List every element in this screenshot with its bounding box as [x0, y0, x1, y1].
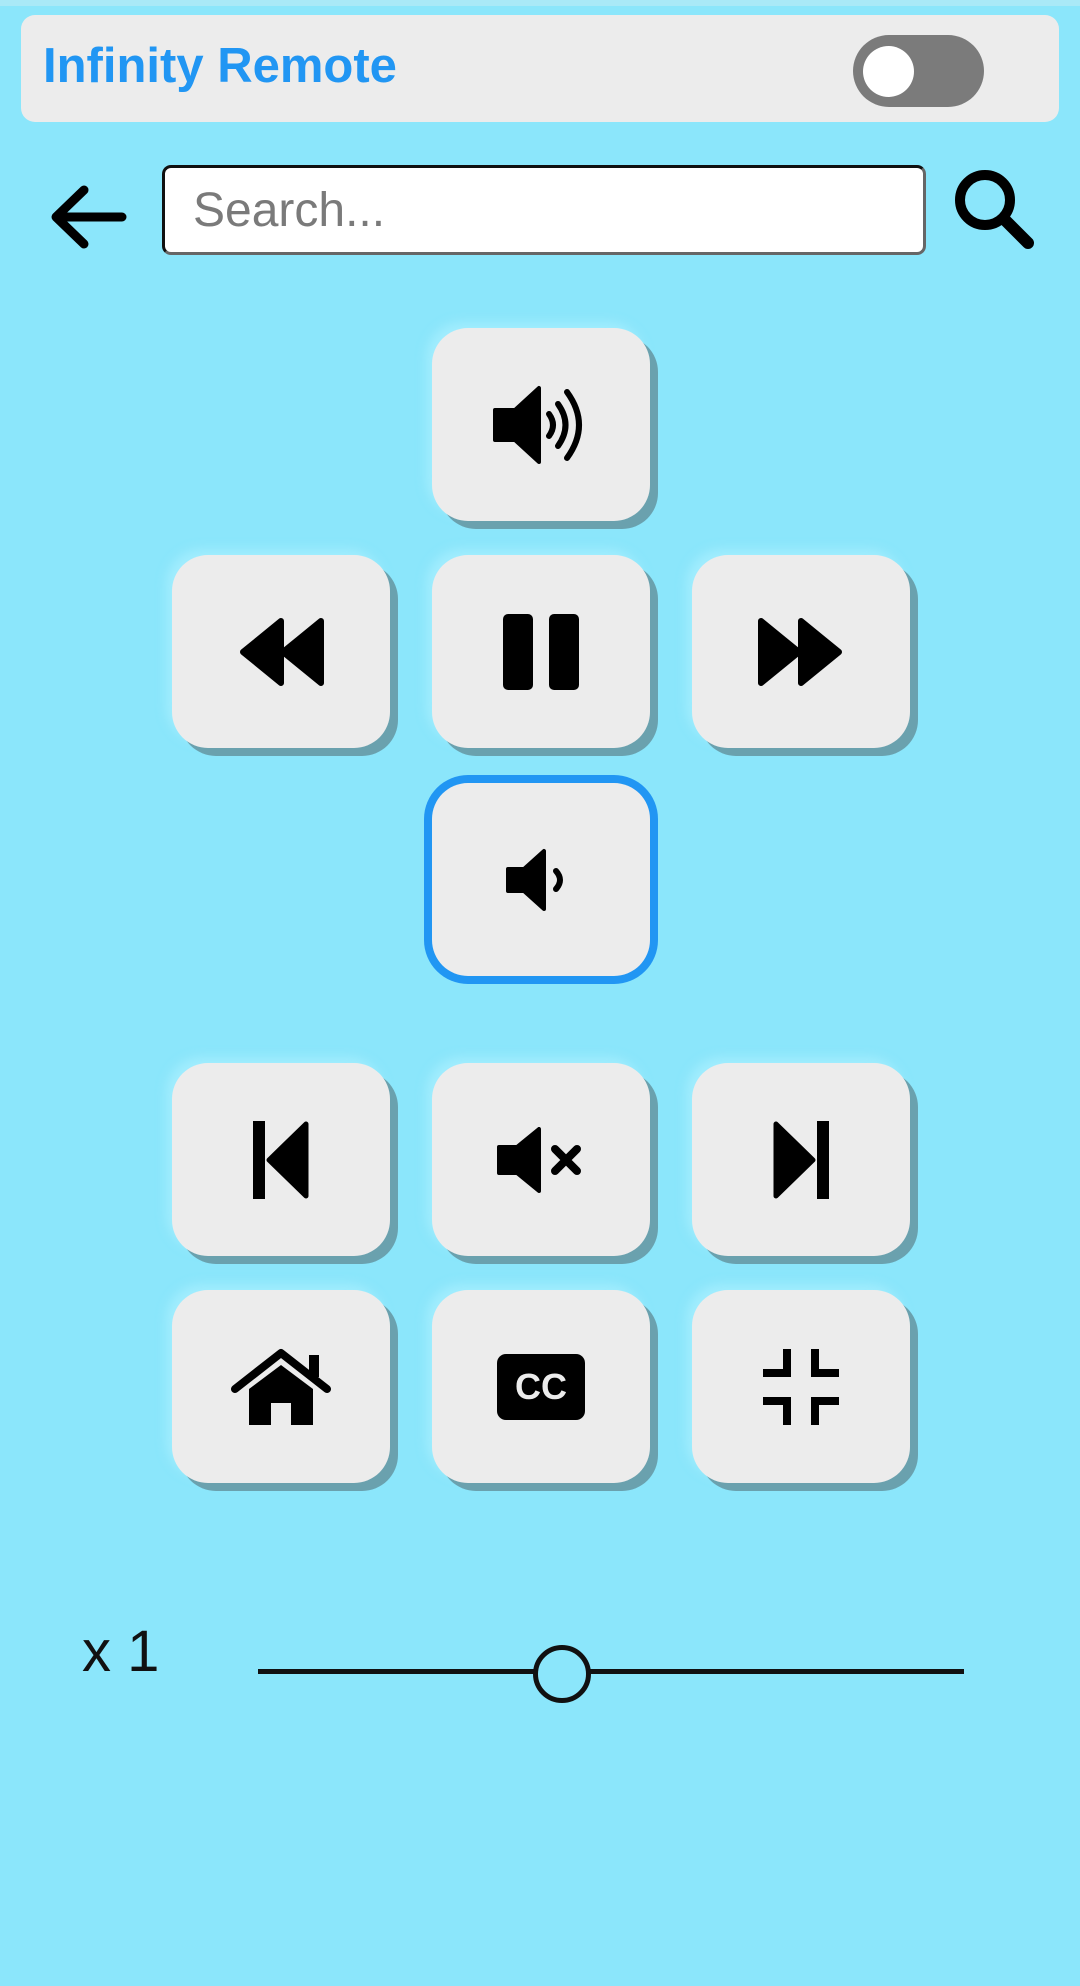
back-arrow-icon[interactable]	[42, 172, 132, 262]
toggle-knob	[863, 46, 914, 97]
pause-icon	[503, 613, 579, 690]
volume-up-button[interactable]	[432, 328, 650, 521]
skip-next-icon	[773, 1120, 829, 1199]
speed-slider[interactable]	[258, 1640, 964, 1706]
search-input[interactable]	[162, 165, 926, 255]
compress-icon	[763, 1348, 839, 1425]
volume-down-button[interactable]	[432, 783, 650, 976]
home-icon	[231, 1348, 331, 1425]
volume-down-icon	[506, 848, 563, 911]
skip-previous-button[interactable]	[172, 1063, 390, 1256]
closed-captions-icon: CC	[497, 1353, 585, 1420]
fast-forward-icon	[758, 617, 842, 686]
home-button[interactable]	[172, 1290, 390, 1483]
slider-thumb[interactable]	[532, 1645, 591, 1703]
closed-captions-button[interactable]: CC	[432, 1290, 650, 1483]
mute-icon	[497, 1126, 581, 1193]
rewind-button[interactable]	[172, 555, 390, 748]
skip-next-button[interactable]	[692, 1063, 910, 1256]
cc-text: CC	[515, 1366, 567, 1407]
speed-label: x 1	[82, 1619, 160, 1684]
fast-forward-button[interactable]	[692, 555, 910, 748]
volume-up-icon	[493, 385, 582, 464]
status-bar-strip	[0, 0, 1080, 6]
search-icon[interactable]	[948, 162, 1038, 252]
slider-track	[258, 1669, 964, 1674]
exit-fullscreen-button[interactable]	[692, 1290, 910, 1483]
skip-previous-icon	[253, 1120, 309, 1199]
header-toggle-switch[interactable]	[853, 35, 984, 107]
rewind-icon	[240, 617, 324, 686]
pause-button[interactable]	[432, 555, 650, 748]
app-title: Infinity Remote	[43, 39, 397, 93]
app-header: Infinity Remote	[21, 15, 1059, 122]
mute-button[interactable]	[432, 1063, 650, 1256]
